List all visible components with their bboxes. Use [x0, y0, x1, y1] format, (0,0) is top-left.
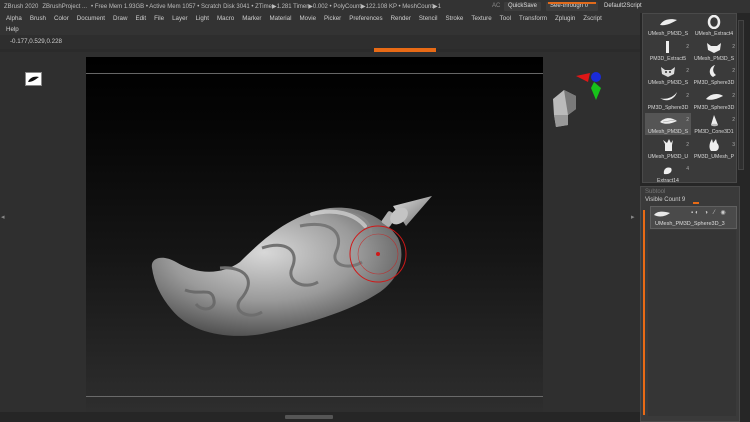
wedge-icon	[706, 93, 723, 100]
tool-subtool-count: 3	[732, 141, 735, 148]
visible-count-slider[interactable]: Visible Count 9	[645, 197, 685, 203]
tool-subtool-count: 2	[686, 117, 689, 123]
tool-thumbnail-label: PM3D_UMesh_P	[693, 153, 735, 160]
tool-thumbnail-label: UMesh_Extract4	[694, 31, 734, 37]
hook-icon	[709, 65, 716, 77]
subtool-thumbnail-icon	[654, 211, 670, 217]
visible-count-fill	[693, 202, 699, 204]
axis-gizmo-icon[interactable]	[570, 70, 606, 104]
mask2-icon	[661, 67, 675, 77]
tool-subtool-count: 2	[686, 141, 689, 148]
tool-thumbnail-label: PM3D_Cone3D1	[694, 129, 734, 135]
tool-thumbnail-item[interactable]: 2 PM3D_Extract5	[645, 40, 691, 62]
subtool-visibility-icons[interactable]: ▪◐ ◑ ⁄ ◉	[691, 209, 728, 216]
tool-subtool-count: 2	[732, 92, 735, 99]
subtool-item-label: UMesh_PM3D_Sphere3D_3	[655, 221, 725, 227]
tool-thumbnail-label: PM3D_Extract5	[649, 55, 687, 62]
bottom-tray-handle[interactable]	[285, 415, 333, 419]
tool-thumbnail-item[interactable]: 2 PM3D_Sphere3D	[645, 89, 691, 111]
subtool-scroll-track[interactable]	[643, 210, 645, 415]
tool-thumbnail-label: PM3D_Sphere3D	[693, 104, 735, 111]
tool-thumbnail-item[interactable]: 4 Extract14	[645, 162, 691, 184]
tool-thumbnail-item[interactable]: 2 UMesh_PM3D_S	[645, 113, 691, 135]
cone-icon	[711, 115, 718, 127]
stub-icon	[663, 167, 672, 175]
tool-thumbnail-label: UMesh_PM3D_S	[647, 80, 689, 86]
tool-thumbnail-item[interactable]: UMesh_Extract4	[691, 15, 737, 37]
tool-thumbnail-label: Extract14	[657, 178, 679, 184]
tool-thumbnail-label: PM3D_Sphere3D	[647, 104, 689, 111]
hook2-icon	[660, 91, 677, 100]
tool-palette: UMesh_PM3D_S UMesh_Extract4 2 PM3D_Extract5…	[642, 13, 737, 184]
bar-icon	[666, 40, 669, 53]
tool-subtool-count: 4	[686, 166, 689, 172]
right-tray-toggle-icon[interactable]: ▸	[631, 213, 635, 221]
tool-palette-scrollbar[interactable]	[738, 20, 744, 170]
feather-icon	[660, 118, 677, 124]
tool-subtool-count: 2	[686, 92, 689, 99]
tool-thumbnail-label: UMesh_PM3D_S	[693, 55, 735, 62]
subtool-list-area	[648, 230, 736, 416]
tool-thumbnail-item[interactable]: 2 PM3D_Sphere3D	[691, 64, 737, 86]
tool-thumbnail-label: UMesh_PM3D_U	[647, 153, 689, 160]
tool-thumbnail-label: UMesh_PM3D_S	[647, 129, 689, 135]
tool-thumbnail-label: PM3D_Sphere3D	[693, 80, 735, 86]
tool-thumbnail-label: UMesh_PM3D_S	[647, 31, 689, 37]
tool-thumbnail-item[interactable]: 2 UMesh_PM3D_S	[691, 40, 737, 62]
tool-subtool-count: 2	[732, 117, 735, 123]
claw-icon	[663, 138, 673, 151]
tool-thumbnail-item[interactable]: UMesh_PM3D_S	[645, 15, 691, 37]
subtool-item[interactable]: ▪◐ ◑ ⁄ ◉ UMesh_PM3D_Sphere3D_3	[650, 206, 737, 229]
tool-thumbnail-item[interactable]: 3 PM3D_UMesh_P	[691, 138, 737, 160]
brush-stroke-icon	[660, 19, 677, 26]
tool-thumbnail-item[interactable]: 2 UMesh_PM3D_U	[645, 138, 691, 160]
subtool-header[interactable]: Subtool	[645, 189, 665, 195]
tool-thumbnail-item[interactable]: 2 PM3D_Sphere3D	[691, 89, 737, 111]
ring-icon	[707, 15, 721, 29]
tool-subtool-count: 2	[732, 43, 735, 50]
tool-subtool-count: 2	[686, 43, 689, 50]
tool-thumbnail-item[interactable]: 2 PM3D_Cone3D1	[691, 113, 737, 135]
tool-subtool-count: 2	[732, 68, 735, 74]
mask-icon	[707, 42, 721, 53]
tool-subtool-count: 2	[686, 68, 689, 74]
tool-thumbnail-item[interactable]: 2 UMesh_PM3D_S	[645, 64, 691, 86]
bunny-icon	[709, 138, 719, 151]
sculpt-mesh[interactable]	[0, 0, 750, 422]
